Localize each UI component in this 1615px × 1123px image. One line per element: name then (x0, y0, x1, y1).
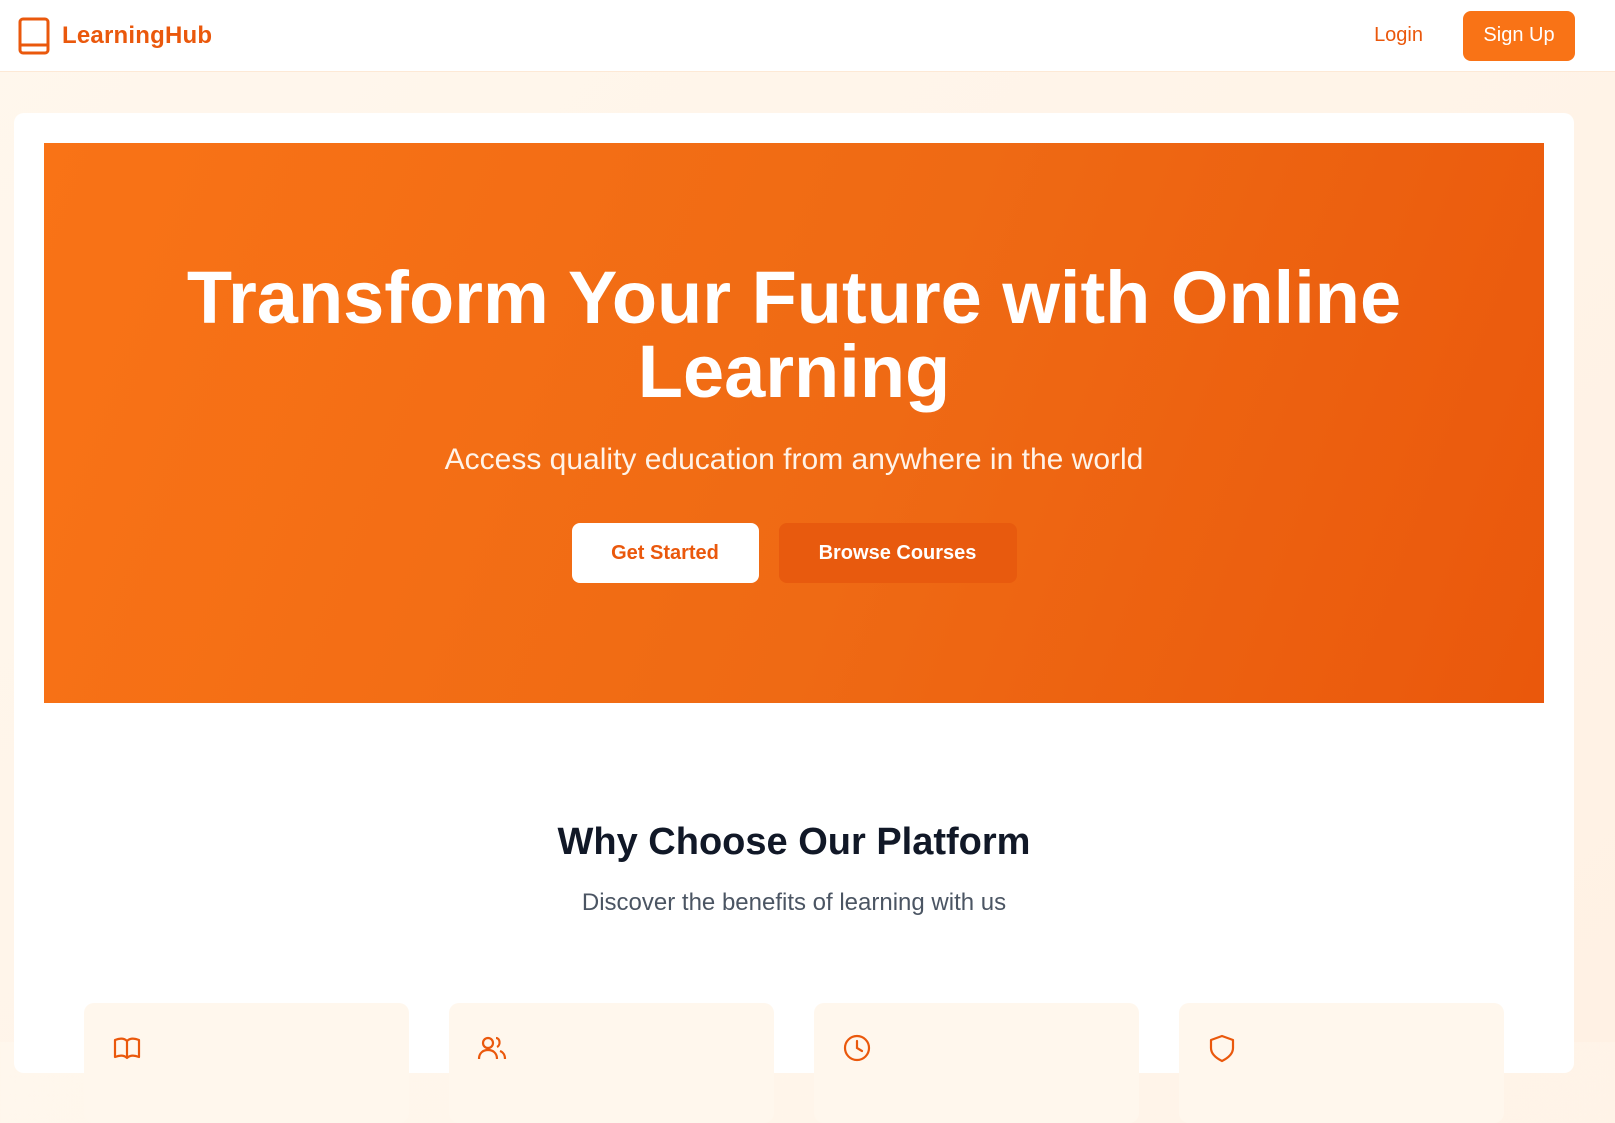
features-grid (84, 1003, 1504, 1123)
shield-icon (1209, 1034, 1235, 1063)
hero-banner: Transform Your Future with Online Learni… (44, 143, 1544, 703)
users-icon (477, 1036, 507, 1060)
feature-card (814, 1003, 1139, 1123)
hero-title: Transform Your Future with Online Learni… (186, 256, 1402, 413)
get-started-button[interactable]: Get Started (571, 523, 759, 583)
feature-card (1179, 1003, 1504, 1123)
top-navbar: LearningHub Login Sign Up (0, 0, 1615, 72)
hero-subtitle: Access quality education from anywhere i… (444, 443, 1144, 476)
features-subtitle: Discover the benefits of learning with u… (581, 889, 1007, 916)
brand-name: LearningHub (62, 21, 213, 49)
brand-logo-link[interactable]: LearningHub (18, 17, 212, 55)
browse-courses-button[interactable]: Browse Courses (778, 523, 1017, 583)
feature-card (84, 1003, 409, 1123)
login-link[interactable]: Login (1374, 24, 1423, 47)
book-open-icon (113, 1037, 141, 1060)
nav-actions: Login Sign Up (1374, 10, 1575, 61)
sign-up-button[interactable]: Sign Up (1463, 10, 1575, 61)
features-title: Why Choose Our Platform (557, 821, 1031, 863)
clock-icon (843, 1034, 871, 1062)
book-icon (18, 17, 50, 54)
main-content-card: Transform Your Future with Online Learni… (14, 113, 1574, 1123)
feature-card (449, 1003, 774, 1123)
hero-buttons: Get Started Browse Courses (44, 523, 1544, 583)
